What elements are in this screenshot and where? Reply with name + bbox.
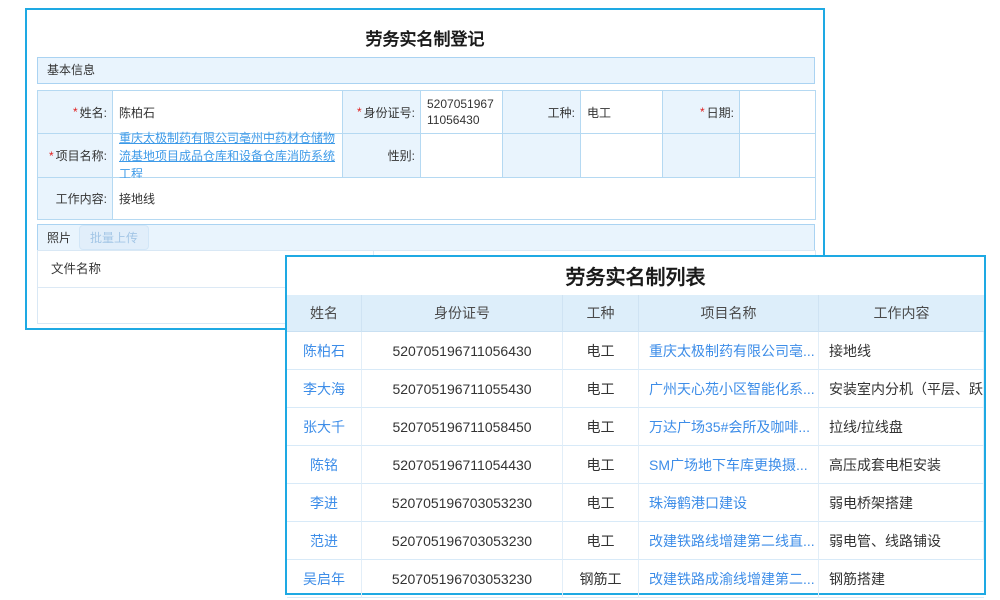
photo-label: 照片 (47, 229, 71, 246)
table-row-work: 钢筋搭建 (819, 560, 984, 598)
table-row-id: 520705196711054430 (362, 446, 563, 484)
basic-info-label: 基本信息 (47, 63, 95, 77)
table-row-worktype: 电工 (563, 522, 639, 560)
table-row-name-link[interactable]: 李大海 (287, 370, 362, 408)
table-row-project-link[interactable]: 改建铁路成渝线增建第二... (639, 560, 819, 598)
worktype-field[interactable]: 电工 (581, 91, 663, 134)
empty-label-cell (503, 134, 581, 178)
table-row-project-link[interactable]: 万达广场35#会所及咖啡... (639, 408, 819, 446)
table-row-id: 520705196711055430 (362, 370, 563, 408)
table-row-work: 拉线/拉线盘 (819, 408, 984, 446)
table-row-worktype: 电工 (563, 332, 639, 370)
table-row-worktype: 电工 (563, 408, 639, 446)
table-row-project-link[interactable]: SM广场地下车库更换摄... (639, 446, 819, 484)
required-asterisk: * (49, 149, 54, 163)
work-content-label: 工作内容: (38, 178, 113, 220)
empty-value-cell (740, 134, 816, 178)
table-row-work: 弱电桥架搭建 (819, 484, 984, 522)
table-row-project-link[interactable]: 改建铁路线增建第二线直... (639, 522, 819, 560)
table-row-worktype: 电工 (563, 484, 639, 522)
work-content-field[interactable]: 接地线 (113, 178, 816, 220)
date-field[interactable] (740, 91, 816, 134)
list-title: 劳务实名制列表 (287, 257, 984, 295)
empty-label-cell (663, 134, 740, 178)
column-header-id[interactable]: 身份证号 (362, 295, 563, 332)
table-row-name-link[interactable]: 陈铭 (287, 446, 362, 484)
column-header-name[interactable]: 姓名 (287, 295, 362, 332)
labor-list-panel: 劳务实名制列表 姓名 身份证号 工种 项目名称 工作内容 陈柏石 5207051… (285, 255, 986, 595)
project-name-link[interactable]: 重庆太极制药有限公司亳州中药材仓储物流基地项目成品仓库和设备仓库消防系统工程 (119, 129, 336, 183)
photo-section-header: 照片 批量上传 (37, 224, 815, 251)
table-row-id: 520705196703053230 (362, 522, 563, 560)
table-row-name-link[interactable]: 吴启年 (287, 560, 362, 598)
required-asterisk: * (700, 105, 705, 119)
column-header-project[interactable]: 项目名称 (639, 295, 819, 332)
id-number-field[interactable]: 520705196711056430 (421, 91, 503, 134)
table-row-work: 接地线 (819, 332, 984, 370)
table-row-project-link[interactable]: 珠海鹤港口建设 (639, 484, 819, 522)
batch-upload-button[interactable]: 批量上传 (79, 225, 149, 250)
gender-label: 性别: (343, 134, 421, 178)
table-row-project-link[interactable]: 重庆太极制药有限公司亳... (639, 332, 819, 370)
table-row-worktype: 电工 (563, 446, 639, 484)
basic-info-section-header: 基本信息 (37, 57, 815, 84)
project-name-label: *项目名称: (38, 134, 113, 178)
table-row-worktype: 钢筋工 (563, 560, 639, 598)
project-name-field: 重庆太极制药有限公司亳州中药材仓储物流基地项目成品仓库和设备仓库消防系统工程 (113, 134, 343, 178)
table-row-worktype: 电工 (563, 370, 639, 408)
required-asterisk: * (73, 105, 78, 119)
table-row-name-link[interactable]: 陈柏石 (287, 332, 362, 370)
list-body: 陈柏石 520705196711056430 电工 重庆太极制药有限公司亳...… (287, 332, 984, 598)
table-row-id: 520705196703053230 (362, 484, 563, 522)
table-row-work: 弱电管、线路铺设 (819, 522, 984, 560)
form-title: 劳务实名制登记 (27, 10, 823, 55)
table-row-id: 520705196711056430 (362, 332, 563, 370)
basic-info-grid: *姓名: 陈柏石 *身份证号: 520705196711056430 工种: 电… (37, 90, 816, 220)
table-row-name-link[interactable]: 张大千 (287, 408, 362, 446)
worktype-label: 工种: (503, 91, 581, 134)
empty-value-cell (581, 134, 663, 178)
table-row-id: 520705196711058450 (362, 408, 563, 446)
column-header-worktype[interactable]: 工种 (563, 295, 639, 332)
table-row-id: 520705196703053230 (362, 560, 563, 598)
name-label: *姓名: (38, 91, 113, 134)
gender-field[interactable] (421, 134, 503, 178)
required-asterisk: * (357, 105, 362, 119)
table-row-name-link[interactable]: 范进 (287, 522, 362, 560)
table-row-project-link[interactable]: 广州天心苑小区智能化系... (639, 370, 819, 408)
table-row-work: 高压成套电柜安装 (819, 446, 984, 484)
column-header-work[interactable]: 工作内容 (819, 295, 984, 332)
id-number-label: *身份证号: (343, 91, 421, 134)
list-header-row: 姓名 身份证号 工种 项目名称 工作内容 (287, 295, 984, 332)
date-label: *日期: (663, 91, 740, 134)
table-row-name-link[interactable]: 李进 (287, 484, 362, 522)
table-row-work: 安装室内分机（平层、跃... (819, 370, 984, 408)
